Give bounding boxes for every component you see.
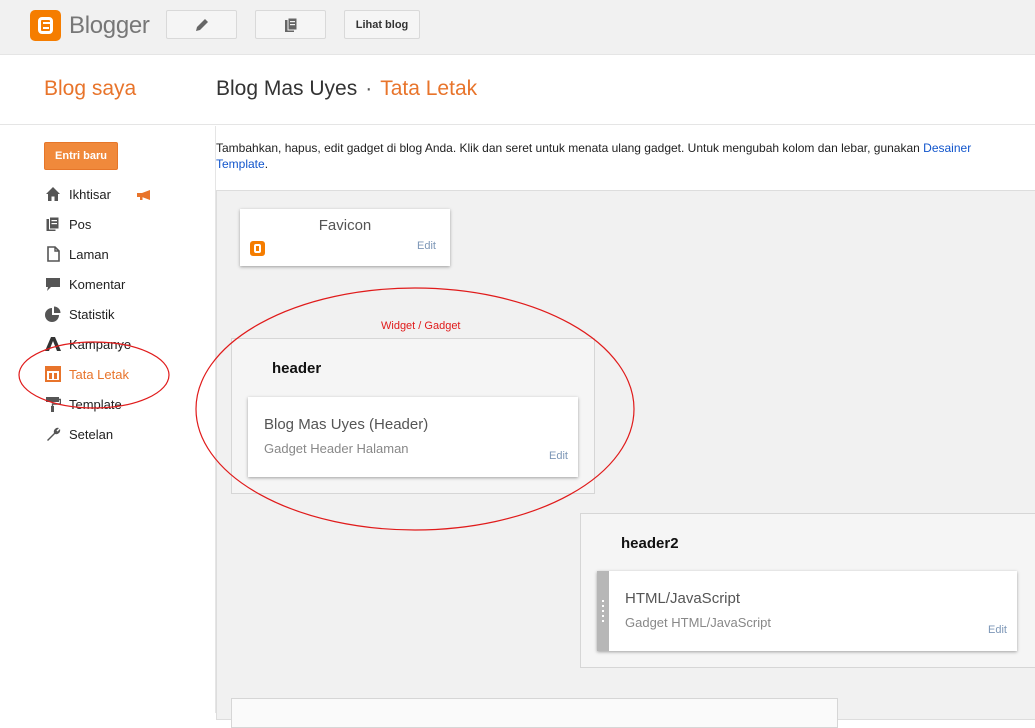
layout-description: Tambahkan, hapus, edit gadget di blog An… bbox=[216, 140, 1016, 172]
favicon-title: Favicon bbox=[318, 217, 372, 234]
sidebar-item-label: Ikhtisar bbox=[69, 186, 111, 202]
sidebar-item-label: Laman bbox=[69, 246, 109, 262]
favicon-gadget[interactable]: Favicon Edit bbox=[240, 209, 450, 266]
sidebar-item-label: Setelan bbox=[69, 426, 114, 442]
new-post-button-sidebar[interactable]: Entri baru bbox=[44, 142, 118, 170]
pie-chart-icon bbox=[44, 305, 62, 323]
my-blogs-link[interactable]: Blog saya bbox=[44, 77, 136, 101]
layout-canvas: Favicon Edit Widget / Gadget header Blog… bbox=[195, 190, 1035, 728]
pencil-icon bbox=[195, 18, 208, 31]
sidebar-item-posts[interactable]: Pos bbox=[44, 214, 91, 234]
description-period: . bbox=[264, 157, 269, 171]
app-name: Blogger bbox=[69, 11, 150, 39]
header2-section-title: header2 bbox=[621, 535, 679, 552]
blogger-logo[interactable]: Blogger bbox=[30, 10, 150, 41]
wrench-icon bbox=[44, 425, 62, 443]
sidebar-item-pages[interactable]: Laman bbox=[44, 244, 109, 264]
sidebar-item-label: Pos bbox=[69, 216, 92, 232]
next-section bbox=[231, 698, 838, 728]
top-bar: Blogger Lihat blog bbox=[0, 0, 1035, 55]
sidebar-item-stats[interactable]: Statistik bbox=[44, 304, 115, 324]
breadcrumb: Blog Mas Uyes · Tata Letak bbox=[216, 77, 477, 101]
home-icon bbox=[44, 185, 62, 203]
annotation-circle-sidebar bbox=[18, 341, 170, 409]
sidebar-item-label: Komentar bbox=[69, 276, 126, 292]
new-post-button[interactable] bbox=[166, 10, 237, 39]
header2-gadget-subtitle: Gadget HTML/JavaScript bbox=[625, 615, 771, 630]
blog-name[interactable]: Blog Mas Uyes bbox=[216, 77, 357, 100]
header2-gadget[interactable]: HTML/JavaScript Gadget HTML/JavaScript E… bbox=[597, 571, 1017, 651]
breadcrumb-separator: · bbox=[365, 77, 373, 100]
megaphone-icon bbox=[137, 190, 150, 200]
sidebar: Entri baru Ikhtisar Pos Laman Komentar S… bbox=[0, 126, 215, 713]
header2-gadget-edit-link[interactable]: Edit bbox=[988, 624, 1007, 636]
posts-list-button[interactable] bbox=[255, 10, 326, 39]
main-content: Tambahkan, hapus, edit gadget di blog An… bbox=[195, 126, 1035, 728]
sidebar-item-settings[interactable]: Setelan bbox=[44, 424, 113, 444]
posts-icon bbox=[44, 215, 62, 233]
view-blog-button[interactable]: Lihat blog bbox=[344, 10, 420, 39]
description-text: Tambahkan, hapus, edit gadget di blog An… bbox=[216, 141, 924, 155]
comment-icon bbox=[44, 275, 62, 293]
sidebar-item-comments[interactable]: Komentar bbox=[44, 274, 125, 294]
blogger-logo-icon bbox=[30, 10, 61, 41]
posts-icon bbox=[284, 17, 297, 32]
header2-gadget-title: HTML/JavaScript bbox=[625, 590, 741, 607]
page-title: Tata Letak bbox=[380, 77, 478, 100]
sidebar-item-label: Statistik bbox=[69, 306, 115, 322]
sidebar-item-overview[interactable]: Ikhtisar bbox=[44, 184, 111, 204]
annotation-circle-gadget bbox=[195, 287, 635, 531]
drag-handle[interactable] bbox=[597, 571, 609, 651]
page-icon bbox=[44, 245, 62, 263]
header2-section: header2 HTML/JavaScript Gadget HTML/Java… bbox=[580, 513, 1035, 668]
page-header: Blog saya Blog Mas Uyes · Tata Letak bbox=[0, 55, 1035, 125]
blogger-favicon-icon bbox=[250, 241, 265, 256]
favicon-edit-link[interactable]: Edit bbox=[417, 240, 436, 252]
